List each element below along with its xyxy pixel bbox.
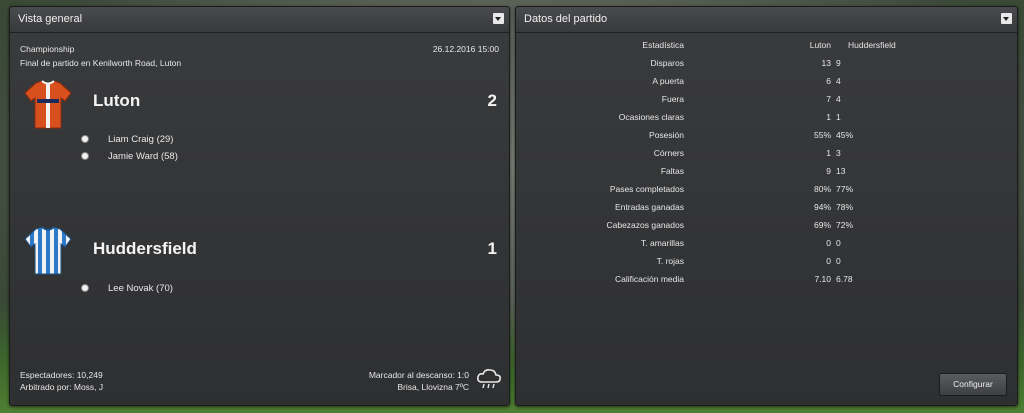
match-datetime: 26.12.2016 15:00 — [432, 44, 499, 54]
stats-title: Datos del partido — [524, 13, 608, 25]
stat-home: 0 — [826, 238, 831, 248]
stat-away: 13 — [836, 166, 846, 176]
competition-label: Championship — [20, 44, 75, 54]
stat-row: Faltas 9 13 — [516, 166, 1017, 184]
stat-label: Disparos — [650, 58, 684, 68]
home-scorer: Jamie Ward (58) — [108, 151, 178, 162]
stat-label: Faltas — [660, 166, 684, 176]
stat-label: Entradas ganadas — [615, 202, 684, 212]
stat-row: Calificación media 7.10 6.78 — [516, 274, 1017, 292]
stat-home: 69% — [813, 220, 831, 230]
stat-away: 0 — [836, 238, 841, 248]
away-scorer: Lee Novak (70) — [108, 283, 173, 294]
stat-away: 4 — [836, 76, 841, 86]
stat-row: Entradas ganadas 94% 78% — [516, 202, 1017, 220]
result-line: Final de partido en Kenilworth Road, Lut… — [20, 58, 182, 68]
stat-away: 0 — [836, 256, 841, 266]
stat-away: 3 — [836, 148, 841, 158]
stat-home: 7.10 — [814, 274, 831, 284]
stat-label: T. amarillas — [641, 238, 684, 248]
halftime-score: Marcador al descanso: 1:0 — [368, 370, 469, 380]
stat-row: A puerta 6 4 — [516, 76, 1017, 94]
stat-away: 4 — [836, 94, 841, 104]
stat-home: 94% — [813, 202, 831, 212]
away-team-name: Huddersfield — [93, 239, 197, 258]
stat-row: Fuera 7 4 — [516, 94, 1017, 112]
stat-home: 1 — [826, 148, 831, 158]
stat-away: 6.78 — [836, 274, 853, 284]
stat-label: A puerta — [652, 76, 684, 86]
stat-away: 78% — [836, 202, 854, 212]
column-header-home: Luton — [809, 40, 831, 50]
goal-ball-icon — [81, 152, 89, 160]
stats-panel: Datos del partido Estadística Luton Hudd… — [515, 6, 1018, 406]
stat-row: T. amarillas 0 0 — [516, 238, 1017, 256]
stat-row: Córners 1 3 — [516, 148, 1017, 166]
away-score: 1 — [487, 239, 497, 258]
stat-away: 9 — [836, 58, 841, 68]
stat-label: Calificación media — [615, 274, 684, 284]
attendance: Espectadores: 10,249 — [20, 370, 103, 380]
overview-panel: Vista general Championship 26.12.2016 15… — [9, 6, 510, 406]
home-scorer: Liam Craig (29) — [108, 134, 174, 145]
stat-home: 80% — [813, 184, 831, 194]
column-header-stat: Estadística — [642, 40, 684, 50]
stat-label: Cabezazos ganados — [606, 220, 684, 230]
stat-label: Fuera — [661, 94, 684, 104]
stat-label: Posesión — [649, 130, 684, 140]
stat-row: T. rojas 0 0 — [516, 256, 1017, 274]
column-header-away: Huddersfield — [848, 40, 896, 50]
stat-label: Ocasiones claras — [618, 112, 684, 122]
stat-away: 1 — [836, 112, 841, 122]
stat-away: 45% — [836, 130, 854, 140]
weather-text: Brisa, Llovizna 7ºC — [397, 382, 469, 392]
stats-header: Datos del partido — [516, 7, 1017, 33]
away-kit-icon — [24, 226, 72, 275]
stat-home: 7 — [826, 94, 831, 104]
stat-home: 9 — [826, 166, 831, 176]
overview-menu-button[interactable] — [493, 13, 504, 24]
stat-label: T. rojas — [656, 256, 684, 266]
home-kit-icon — [24, 80, 72, 129]
stat-home: 1 — [826, 112, 831, 122]
stat-away: 77% — [836, 184, 854, 194]
stat-row: Disparos 13 9 — [516, 58, 1017, 76]
home-score: 2 — [487, 91, 497, 110]
rain-cloud-icon — [477, 369, 501, 389]
overview-title: Vista general — [18, 13, 83, 25]
home-team-name: Luton — [93, 91, 141, 110]
stat-row: Ocasiones claras 1 1 — [516, 112, 1017, 130]
goal-ball-icon — [81, 135, 89, 143]
stat-label: Pases completados — [609, 184, 684, 194]
stat-row: Pases completados 80% 77% — [516, 184, 1017, 202]
stat-row: Posesión 55% 45% — [516, 130, 1017, 148]
stat-home: 13 — [821, 58, 831, 68]
stat-home: 55% — [813, 130, 831, 140]
configure-button[interactable]: Configurar — [939, 373, 1007, 396]
stats-menu-button[interactable] — [1001, 13, 1012, 24]
stat-label: Córners — [653, 148, 684, 158]
goal-ball-icon — [81, 284, 89, 292]
referee: Arbitrado por: Moss, J — [20, 382, 104, 392]
stat-row: Cabezazos ganados 69% 72% — [516, 220, 1017, 238]
stat-home: 0 — [826, 256, 831, 266]
stat-away: 72% — [836, 220, 854, 230]
stat-home: 6 — [826, 76, 831, 86]
stats-column-headers: Estadística Luton Huddersfield — [516, 40, 1017, 58]
overview-header: Vista general — [10, 7, 509, 33]
